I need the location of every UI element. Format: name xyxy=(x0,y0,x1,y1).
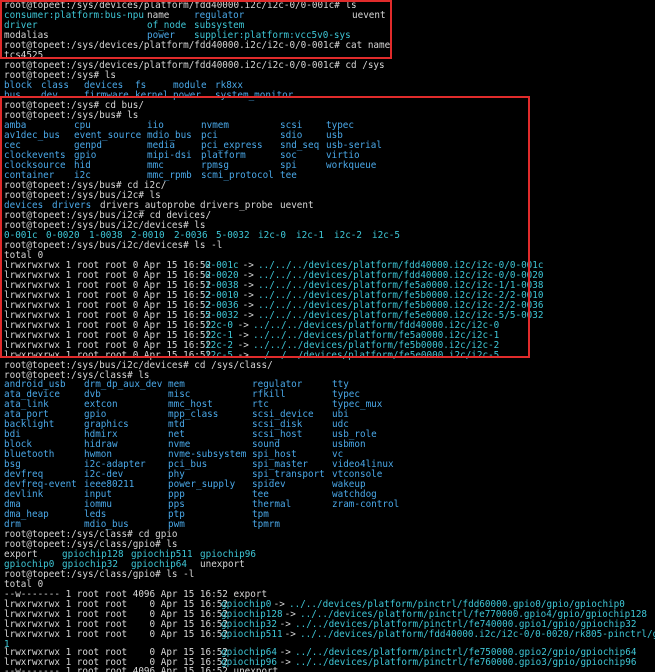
terminal-text: unexport xyxy=(200,559,245,570)
directory-entry: tee xyxy=(280,170,297,181)
directory-entry: power xyxy=(173,90,201,101)
symlink-entry: gpiochip511 xyxy=(221,629,283,640)
directory-entry: zram-control xyxy=(332,499,400,510)
directory-entry: tpmrm xyxy=(252,519,280,530)
terminal-text: uevent xyxy=(352,10,386,21)
symlink-entry: i2c-5 xyxy=(372,230,400,241)
directory-entry: scmi_protocol xyxy=(201,170,274,181)
terminal-text: -> xyxy=(279,629,302,640)
symlink-entry: i2c-1 xyxy=(296,230,324,241)
symlink-entry: ../../../devices/platform/fe5e0000.i2c/i… xyxy=(253,350,500,361)
terminal-text: lrwxrwxrwx 1 root root 0 Apr 15 16:52 xyxy=(4,629,234,640)
symlink-entry: ../../devices/platform/fdd40000.i2c/i2c-… xyxy=(300,629,655,640)
symlink-entry: ../../devices/platform/pinctrl/fe760000.… xyxy=(295,657,637,668)
symlink-entry: i2c-0 xyxy=(258,230,286,241)
terminal-window[interactable]: root@topeet:/sys/devices/platform/fdd400… xyxy=(0,0,655,672)
terminal-text: uevent xyxy=(280,200,314,211)
symlink-entry: i2c-2 xyxy=(334,230,362,241)
terminal-text: --w------- 1 root root 4096 Apr 15 16:52… xyxy=(4,666,279,672)
directory-entry: system_monitor xyxy=(215,90,294,101)
terminal-text: root@topeet:/sys/devices/platform/fdd400… xyxy=(4,40,391,51)
directory-entry: workqueue xyxy=(326,160,377,171)
